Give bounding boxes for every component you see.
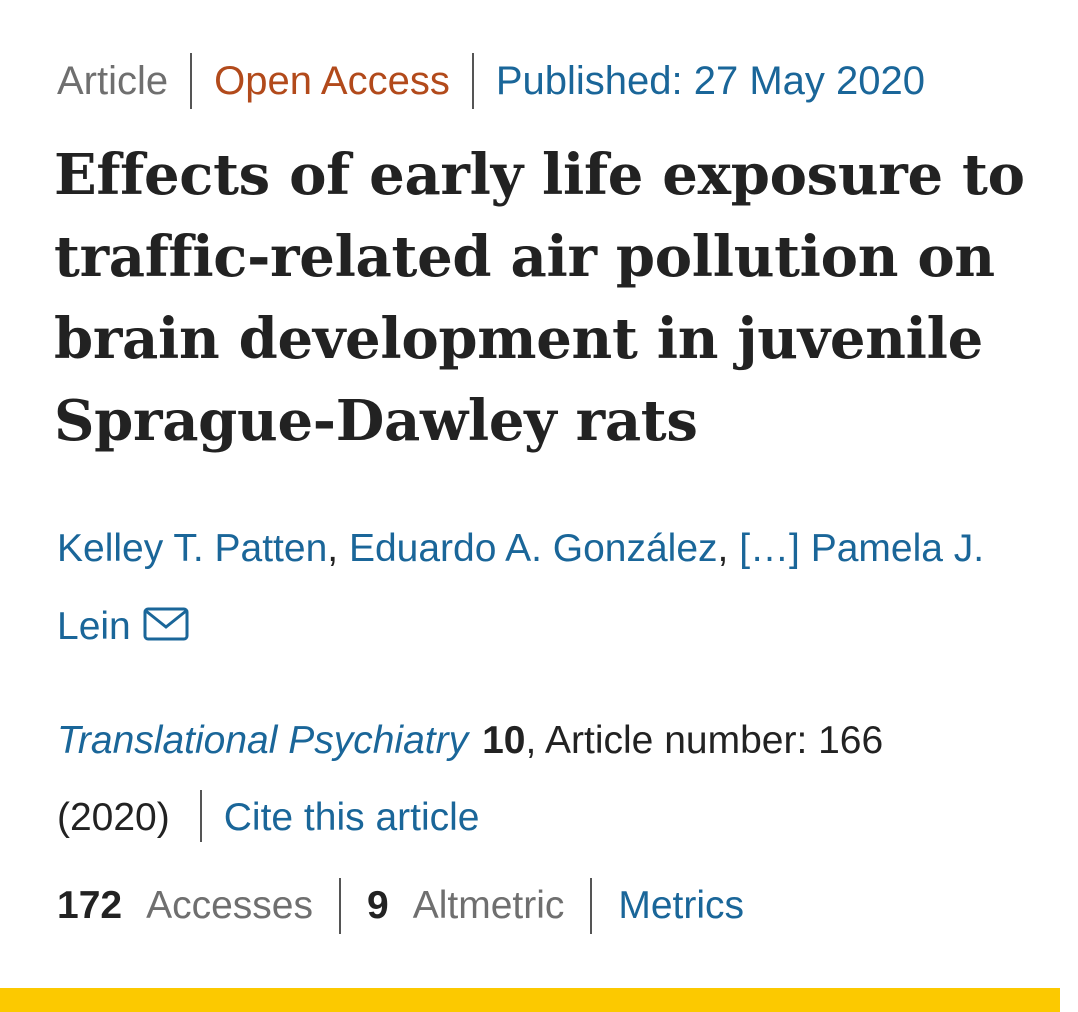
- altmetric-count: 9: [366, 884, 389, 927]
- published-date: Published: 27 May 2020: [495, 58, 926, 103]
- expand-authors-button[interactable]: […]: [739, 527, 800, 570]
- article-meta-row: Article Open Access Published: 27 May 20…: [57, 52, 925, 110]
- author-separator: ,: [327, 527, 349, 570]
- divider: [590, 878, 593, 934]
- accesses-count: 172: [57, 884, 123, 927]
- citation-block: Translational Psychiatry 10, Article numb…: [57, 702, 1057, 856]
- divider: [338, 878, 341, 934]
- metrics-row: 172 Accesses 9 Altmetric Metrics: [57, 876, 744, 936]
- author-separator: ,: [717, 527, 740, 570]
- cite-this-article-link[interactable]: Cite this article: [224, 796, 480, 839]
- open-access-label: Open Access: [214, 58, 450, 103]
- author-list: Kelley T. Patten, Eduardo A. González, […: [57, 510, 1057, 666]
- publication-year: (2020): [57, 796, 170, 839]
- author-link-patten[interactable]: Kelley T. Patten: [57, 527, 327, 570]
- journal-link[interactable]: Translational Psychiatry: [57, 719, 468, 762]
- article-type: Article: [57, 58, 169, 103]
- divider: [471, 53, 474, 109]
- divider: [190, 53, 193, 109]
- author-link-gonzalez[interactable]: Eduardo A. González: [349, 527, 718, 570]
- journal-volume: 10: [482, 719, 526, 762]
- metrics-link[interactable]: Metrics: [618, 884, 744, 928]
- article-title: Effects of early life exposure to traffi…: [54, 142, 1025, 454]
- accesses-label: Accesses: [146, 884, 313, 927]
- accent-bar: [0, 988, 1060, 1012]
- envelope-icon[interactable]: [143, 590, 189, 641]
- divider: [199, 790, 202, 842]
- altmetric-label: Altmetric: [412, 884, 565, 927]
- article-number: , Article number: 166: [525, 719, 884, 762]
